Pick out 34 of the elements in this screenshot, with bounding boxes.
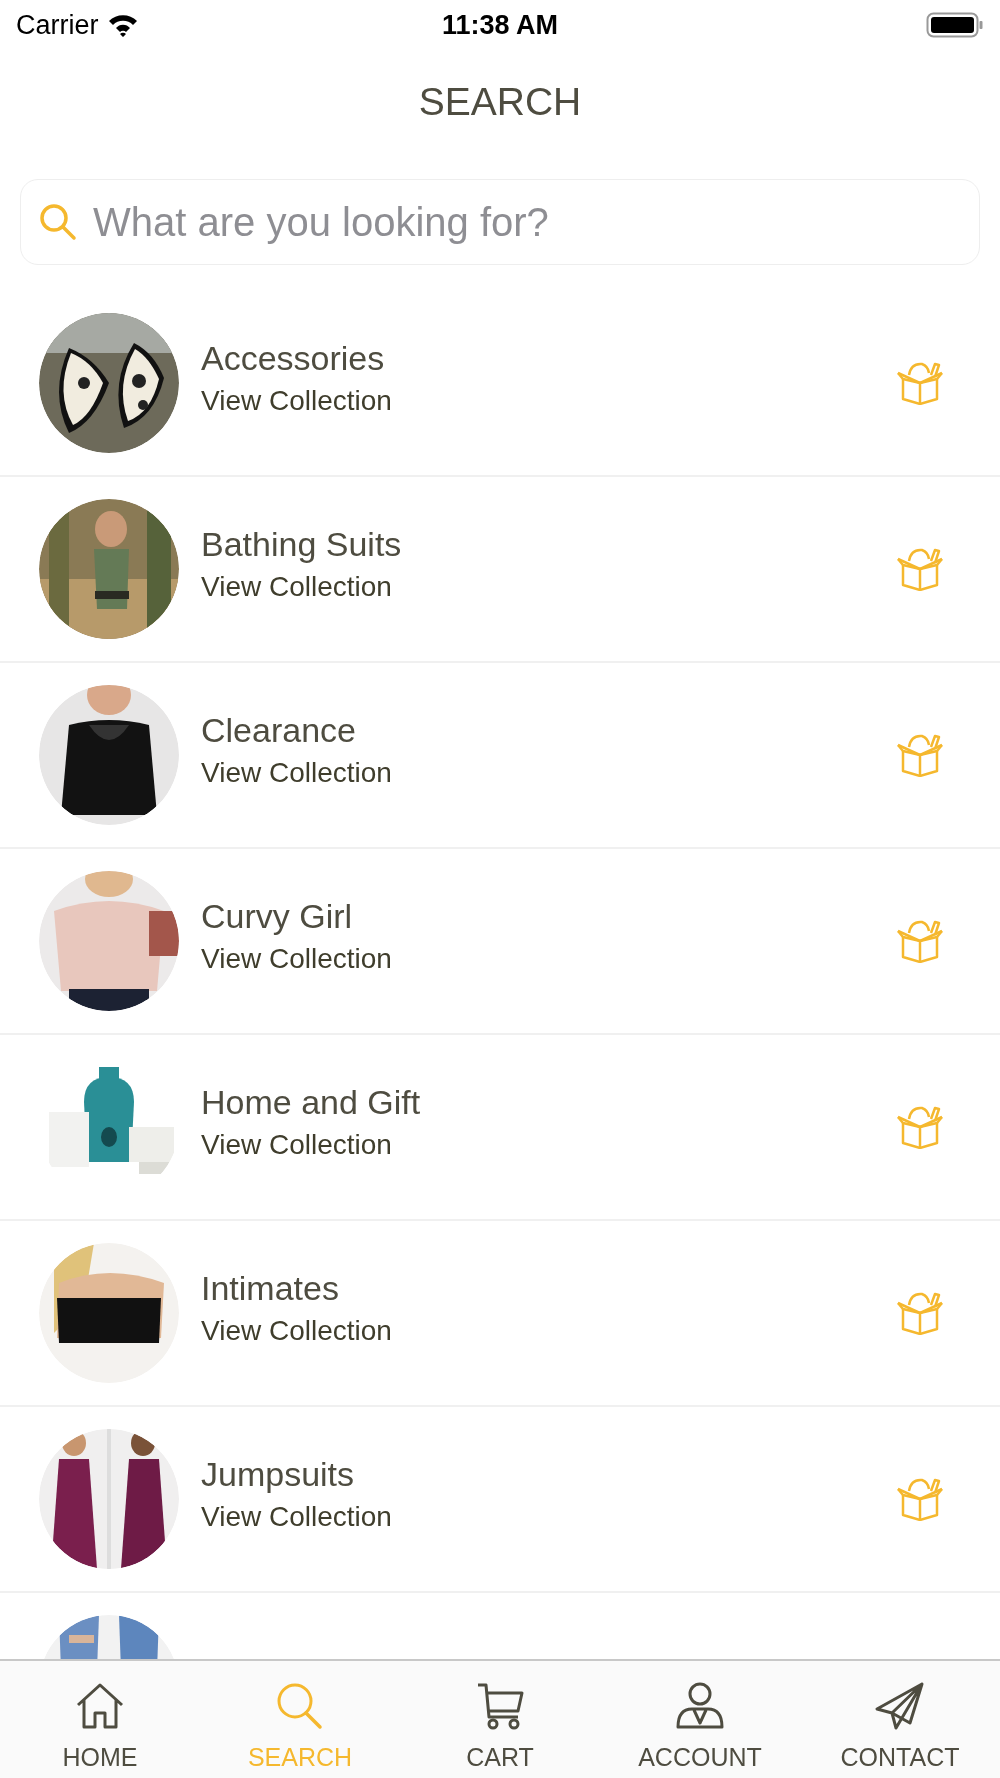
collection-title[interactable]: Curvy Girl [201, 899, 353, 933]
tab-button[interactable]: ACCOUNT [600, 1661, 800, 1778]
search-icon [38, 202, 78, 242]
view-collection-link[interactable]: View Collection [201, 1503, 392, 1531]
box-icon[interactable] [895, 1105, 945, 1149]
view-collection-link[interactable]: View Collection [201, 945, 392, 973]
view-collection-link[interactable]: View Collection [201, 387, 392, 415]
search-field[interactable]: What are you looking for? [20, 179, 980, 265]
box-icon[interactable] [895, 1291, 945, 1335]
home-icon [74, 1681, 126, 1731]
paper-plane-icon [874, 1681, 926, 1731]
collection-title[interactable]: Home and Gift [201, 1085, 421, 1119]
box-icon[interactable] [895, 547, 945, 591]
page-title: SEARCH [418, 79, 582, 126]
view-collection-link[interactable]: View Collection [201, 759, 392, 787]
collection-title[interactable]: Bathing Suits [201, 527, 402, 561]
collection-title[interactable]: Intimates [201, 1271, 339, 1305]
carrier-label: Carrier [16, 8, 99, 42]
view-collection-link[interactable]: View Collection [201, 1317, 392, 1345]
tab-button[interactable]: HOME [0, 1661, 200, 1778]
clock-time: 11:38 AM [441, 8, 559, 42]
battery-icon [926, 11, 984, 39]
tab-button[interactable]: CONTACT [800, 1661, 1000, 1778]
box-icon[interactable] [895, 1477, 945, 1521]
collection-title[interactable]: Accessories [201, 341, 385, 375]
box-icon[interactable] [895, 919, 945, 963]
view-collection-link[interactable]: View Collection [201, 573, 392, 601]
box-icon[interactable] [895, 733, 945, 777]
collection-title[interactable]: Jumpsuits [201, 1457, 355, 1491]
box-icon[interactable] [895, 361, 945, 405]
collection-title[interactable]: Clearance [201, 713, 356, 747]
tab-button[interactable]: CART [400, 1661, 600, 1778]
view-collection-link[interactable]: View Collection [201, 1131, 392, 1159]
account-icon [674, 1681, 726, 1731]
